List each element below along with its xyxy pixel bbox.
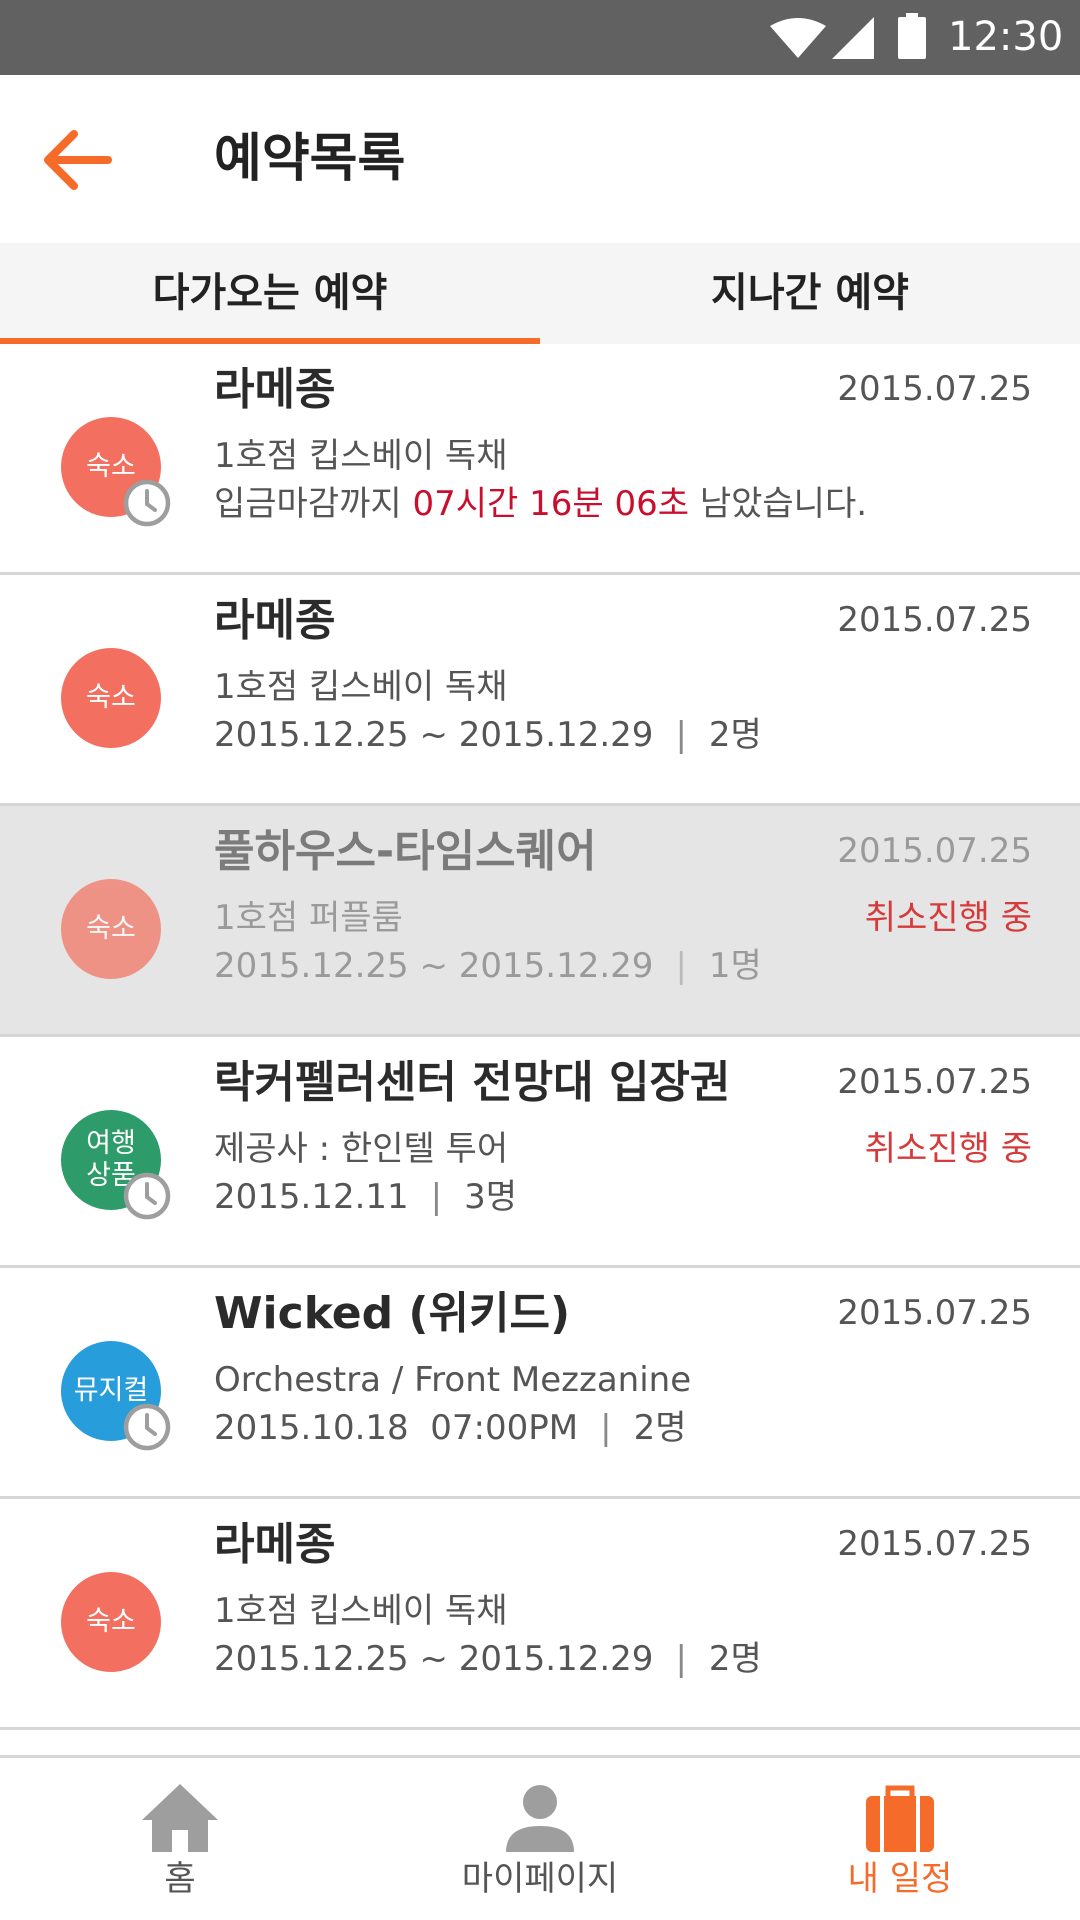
payment-deadline-notice: 입금마감까지 07시간 16분 06초 남았습니다. (214, 481, 867, 527)
reservation-item[interactable]: 숙소 라메종 2015.07.25 1호점 킵스베이 독채 2015.12.25… (0, 575, 1080, 806)
reservation-detail: 1호점 킵스베이 독채 (214, 667, 508, 707)
reservation-title: 라메종 (214, 595, 336, 646)
reservation-item[interactable]: 숙소 라메종 2015.07.25 1호점 킵스베이 독채 입금마감까지 07시… (0, 344, 1080, 575)
suitcase-icon (866, 1785, 934, 1852)
nav-home-label: 홈 (164, 1859, 196, 1899)
countdown-time: 07시간 16분 06초 (412, 484, 690, 524)
period-text: 2015.10.18 07:00PM (214, 1408, 579, 1448)
reservation-title: 풀하우스-타임스퀘어 (214, 826, 597, 877)
status-bar: 12:30 (0, 0, 1080, 75)
reservation-date: 2015.07.25 (837, 831, 1032, 871)
reservation-item[interactable]: 여행 상품 락커펠러센터 전망대 입장권 2015.07.25 취소진행 중 제공… (0, 1037, 1080, 1268)
clock-icon (123, 1403, 171, 1451)
reservation-date: 2015.07.25 (837, 1293, 1032, 1333)
divider: | (675, 715, 687, 755)
app-bar: 예약목록 (0, 75, 1080, 243)
reservation-date: 2015.07.25 (837, 1062, 1032, 1102)
reservation-period: 2015.12.25 ~ 2015.12.29 | 2명 (214, 712, 762, 758)
period-text: 2015.12.25 ~ 2015.12.29 (214, 715, 654, 755)
reservation-item[interactable]: 뮤지컬 Wicked (위키드) 2015.07.25 Orchestra / … (0, 1268, 1080, 1499)
reservation-detail: 1호점 킵스베이 독채 (214, 436, 508, 476)
reservation-detail: Orchestra / Front Mezzanine (214, 1360, 692, 1400)
clock-icon (123, 479, 171, 527)
tab-bar: 다가오는 예약 지나간 예약 (0, 243, 1080, 344)
reservation-title: 라메종 (214, 1519, 336, 1570)
page-title: 예약목록 (214, 129, 406, 189)
nav-my-schedule-label: 내 일정 (847, 1859, 953, 1899)
divider: | (675, 946, 687, 986)
cancel-status: 취소진행 중 (864, 898, 1032, 938)
reservation-detail: 1호점 킵스베이 독채 (214, 1591, 508, 1631)
people-count: 3명 (464, 1177, 518, 1217)
people-count: 2명 (633, 1408, 687, 1448)
period-text: 2015.12.25 ~ 2015.12.29 (214, 1639, 654, 1679)
clock-icon (123, 1172, 171, 1220)
nav-mypage-label: 마이페이지 (461, 1859, 619, 1899)
category-badge-stay: 숙소 (61, 879, 161, 979)
people-count: 2명 (708, 715, 762, 755)
reservation-detail: 1호점 퍼플룸 (214, 898, 403, 938)
wifi-icon (770, 18, 826, 58)
reservation-period: 2015.12.11 | 3명 (214, 1174, 517, 1220)
reservation-date: 2015.07.25 (837, 369, 1032, 409)
category-badge-stay: 숙소 (61, 1572, 161, 1672)
back-arrow-icon[interactable] (40, 125, 120, 195)
period-text: 2015.12.25 ~ 2015.12.29 (214, 946, 654, 986)
reservation-period: 2015.10.18 07:00PM | 2명 (214, 1405, 687, 1451)
nav-my-schedule[interactable]: 내 일정 (720, 1758, 1080, 1920)
reservation-period: 2015.12.25 ~ 2015.12.29 | 2명 (214, 1636, 762, 1682)
signal-icon (832, 17, 874, 59)
status-time: 12:30 (948, 14, 1064, 60)
tab-past[interactable]: 지나간 예약 (540, 243, 1080, 344)
reservation-title: 락커펠러센터 전망대 입장권 (214, 1057, 731, 1108)
divider: | (600, 1408, 612, 1448)
cancel-status: 취소진행 중 (864, 1129, 1032, 1169)
reservation-item[interactable]: 숙소 라메종 2015.07.25 1호점 킵스베이 독채 2015.12.25… (0, 1499, 1080, 1730)
divider: | (675, 1639, 687, 1679)
nav-home[interactable]: 홈 (0, 1758, 360, 1920)
reservation-date: 2015.07.25 (837, 600, 1032, 640)
reservation-title: Wicked (위키드) (214, 1288, 571, 1339)
reservation-item[interactable]: 숙소 풀하우스-타임스퀘어 2015.07.25 취소진행 중 1호점 퍼플룸 … (0, 806, 1080, 1037)
person-icon (506, 1785, 574, 1852)
reservation-title: 라메종 (214, 364, 336, 415)
reservation-date: 2015.07.25 (837, 1524, 1032, 1564)
notice-prefix: 입금마감까지 (214, 484, 413, 524)
battery-icon (898, 13, 926, 59)
category-badge-stay: 숙소 (61, 648, 161, 748)
people-count: 1명 (708, 946, 762, 986)
tab-upcoming[interactable]: 다가오는 예약 (0, 243, 540, 344)
divider: | (430, 1177, 443, 1217)
nav-mypage[interactable]: 마이페이지 (360, 1758, 720, 1920)
reservation-period: 2015.12.25 ~ 2015.12.29 | 1명 (214, 943, 762, 989)
home-icon (142, 1784, 218, 1852)
category-line: 여행 (86, 1128, 136, 1159)
reservation-detail: 제공사 : 한인텔 투어 (214, 1129, 509, 1169)
people-count: 2명 (708, 1639, 762, 1679)
period-text: 2015.12.11 (214, 1177, 409, 1217)
bottom-navigation: 홈 마이페이지 내 일정 (0, 1755, 1080, 1920)
notice-suffix: 남았습니다. (689, 484, 868, 524)
